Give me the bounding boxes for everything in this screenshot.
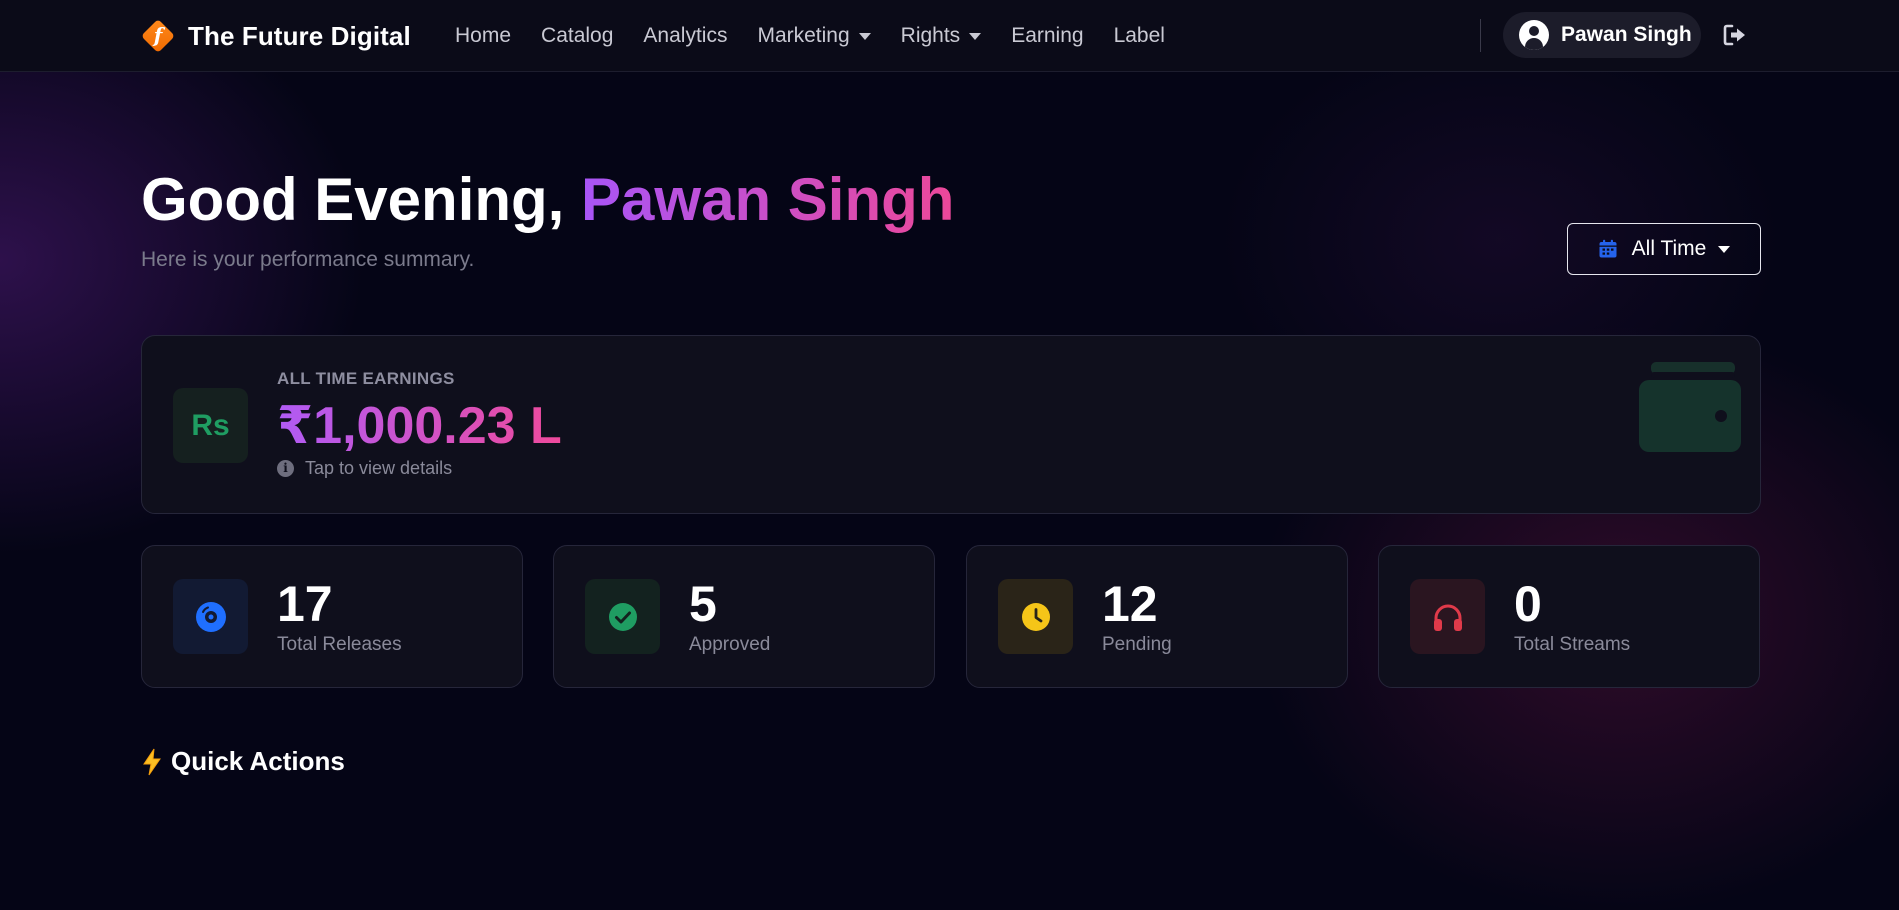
nav-link-label[interactable]: Label	[1114, 24, 1165, 48]
disc-icon	[173, 579, 248, 654]
brand[interactable]: f The Future Digital	[141, 19, 411, 53]
greeting-prefix: Good Evening,	[141, 166, 582, 233]
stat-label: Pending	[1102, 634, 1172, 655]
stat-value: 5	[689, 576, 717, 632]
wallet-icon	[1639, 362, 1741, 452]
nav-link-marketing[interactable]: Marketing	[757, 24, 871, 48]
period-label: All Time	[1631, 237, 1707, 260]
stat-value: 12	[1102, 576, 1158, 632]
nav-link-earning[interactable]: Earning	[1011, 24, 1083, 48]
stat-card-pending[interactable]: 12 Pending	[966, 545, 1348, 688]
nav-link-catalog[interactable]: Catalog	[541, 24, 613, 48]
user-circle-icon	[1519, 20, 1549, 50]
stat-label: Approved	[689, 634, 771, 655]
quick-actions-heading: Quick Actions	[141, 746, 345, 777]
user-menu-button[interactable]: Pawan Singh	[1503, 12, 1701, 58]
stat-card-total-releases[interactable]: 17 Total Releases	[141, 545, 523, 688]
calendar-icon	[1599, 239, 1617, 258]
chevron-down-icon	[969, 32, 982, 40]
user-name: Pawan Singh	[1561, 23, 1692, 46]
stat-card-total-streams[interactable]: 0 Total Streams	[1378, 545, 1760, 688]
chevron-down-icon	[1718, 245, 1731, 253]
nav-divider	[1480, 19, 1481, 52]
period-filter-dropdown[interactable]: All Time	[1567, 223, 1761, 275]
nav-link-home[interactable]: Home	[455, 24, 511, 48]
page-subtitle: Here is your performance summary.	[141, 248, 475, 271]
stat-label: Total Streams	[1514, 634, 1631, 655]
nav-link-rights[interactable]: Rights	[901, 24, 982, 48]
earnings-label: ALL TIME EARNINGS	[277, 369, 455, 388]
stat-value: 0	[1514, 576, 1542, 632]
stat-card-approved[interactable]: 5 Approved	[553, 545, 935, 688]
earnings-card[interactable]: Rs ALL TIME EARNINGS ₹1,000.23 L i Tap t…	[141, 335, 1761, 514]
logout-icon[interactable]	[1722, 22, 1748, 48]
chevron-down-icon	[858, 32, 871, 40]
check-circle-icon	[585, 579, 660, 654]
top-navbar: f The Future Digital Home Catalog Analyt…	[0, 0, 1899, 72]
info-icon: i	[277, 460, 294, 477]
earnings-hint-text: Tap to view details	[305, 458, 453, 478]
headphones-icon	[1410, 579, 1485, 654]
nav-link-analytics[interactable]: Analytics	[643, 24, 727, 48]
greeting-user-name: Pawan Singh	[581, 166, 955, 233]
lightning-icon	[143, 748, 161, 775]
greeting-heading: Good Evening, Pawan Singh	[141, 164, 954, 236]
clock-icon	[998, 579, 1073, 654]
brand-logo-icon: f	[141, 19, 175, 53]
brand-name: The Future Digital	[188, 20, 411, 51]
quick-actions-title: Quick Actions	[171, 746, 345, 776]
rupee-icon: Rs	[173, 388, 248, 463]
stat-label: Total Releases	[277, 634, 402, 655]
earnings-value: ₹1,000.23 L	[277, 397, 562, 455]
nav-links: Home Catalog Analytics Marketing Rights …	[455, 0, 1195, 72]
earnings-hint: i Tap to view details	[277, 458, 452, 479]
stat-value: 17	[277, 576, 333, 632]
